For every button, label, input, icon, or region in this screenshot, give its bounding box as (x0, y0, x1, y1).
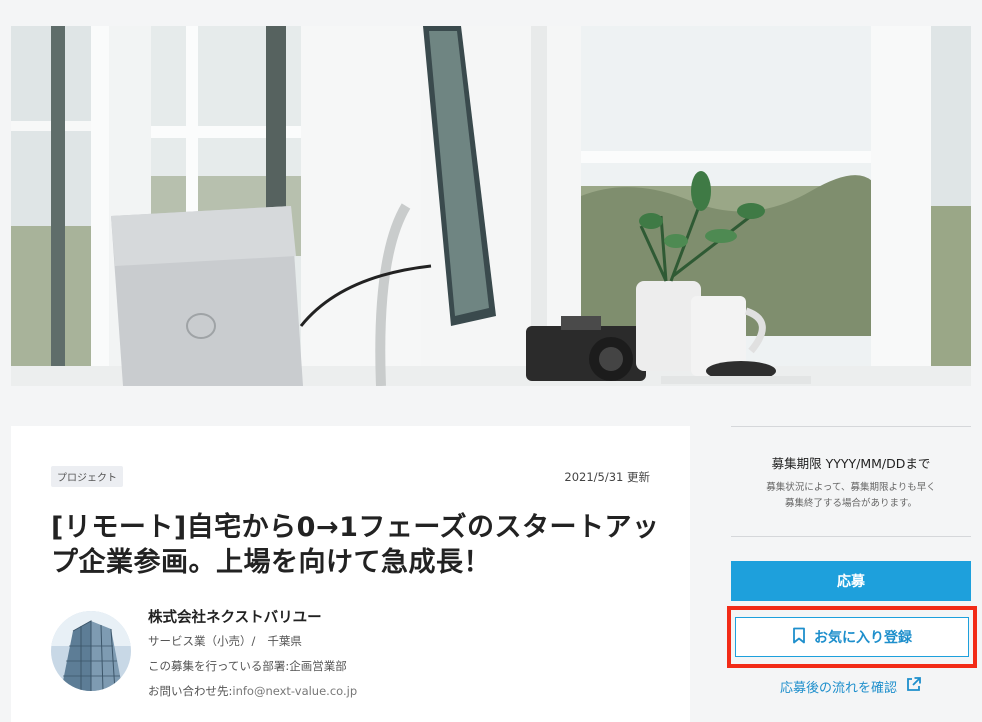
category-tag: プロジェクト (51, 466, 123, 487)
deadline-text: 募集期限 YYYY/MM/DDまで (771, 456, 931, 471)
company-industry-location: サービス業（小売）/ 千葉県 (148, 633, 302, 649)
apply-button[interactable]: 応募 (731, 561, 971, 601)
job-card: プロジェクト 2021/5/31 更新 [リモート]自宅から0→1フェーズのスタ… (11, 426, 690, 722)
company-avatar (51, 611, 131, 691)
favorite-button[interactable]: お気に入り登録 (735, 617, 969, 657)
deadline-note-line-1: 募集状況によって、募集期限よりも早く (766, 482, 936, 493)
job-title-line-2: プ企業参画。上場を向けて急成長！ (51, 547, 491, 578)
company-contact: お問い合わせ先:info@next-value.co.jp (148, 683, 357, 699)
company-industry: サービス業（小売）/ (148, 634, 256, 648)
sidebar-divider-top (731, 426, 971, 427)
external-link-icon (905, 676, 922, 697)
hero-image (11, 26, 971, 386)
favorite-button-label: お気に入り登録 (814, 630, 912, 646)
deadline-note: 募集状況によって、募集期限よりも早く 募集終了する場合があります。 (731, 480, 971, 512)
company-location: 千葉県 (267, 634, 302, 648)
job-title-line-1: [リモート]自宅から0→1フェーズのスタートアッ (51, 512, 660, 543)
company-name[interactable]: 株式会社ネクストバリユー (148, 606, 322, 627)
updated-date: 2021/5/31 更新 (564, 470, 650, 484)
bookmark-icon (792, 627, 806, 648)
contact-label: お問い合わせ先: (148, 684, 233, 698)
contact-email[interactable]: info@next-value.co.jp (232, 684, 357, 698)
application-flow-link[interactable]: 応募後の流れを確認 (731, 676, 971, 696)
sidebar-divider-bottom (731, 536, 971, 537)
flow-link-label: 応募後の流れを確認 (779, 680, 897, 696)
job-title: [リモート]自宅から0→1フェーズのスタートアッ プ企業参画。上場を向けて急成長… (51, 510, 661, 580)
company-department: この募集を行っている部署:企画営業部 (148, 659, 347, 673)
deadline-note-line-2: 募集終了する場合があります。 (784, 498, 918, 509)
apply-button-label: 応募 (837, 574, 865, 590)
